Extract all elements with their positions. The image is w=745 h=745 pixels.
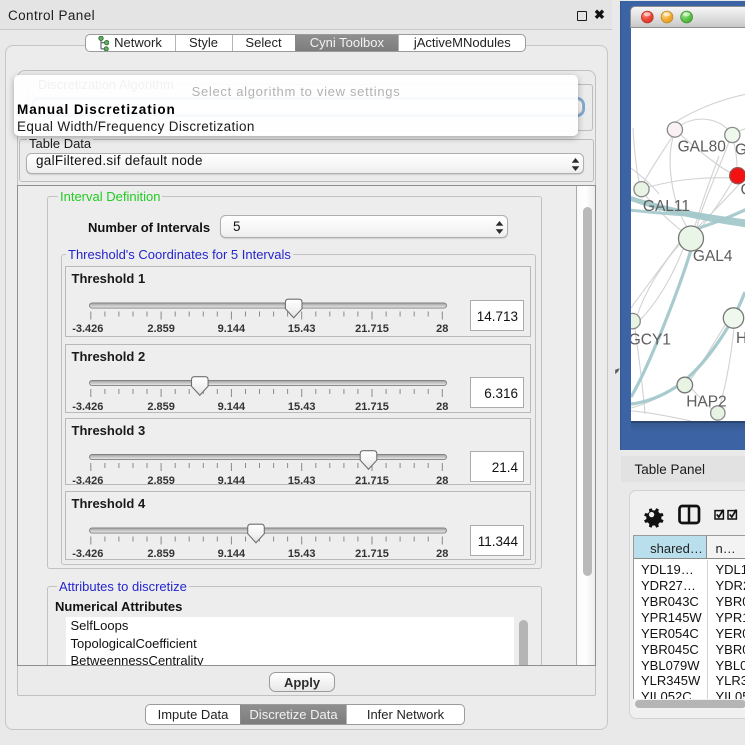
svg-text:GAL4: GAL4 <box>693 248 733 265</box>
svg-text:GA: GA <box>735 142 745 159</box>
svg-text:H: H <box>736 330 745 347</box>
svg-text:C: C <box>741 182 745 199</box>
svg-text:GAL80: GAL80 <box>678 138 727 155</box>
svg-text:HAP2: HAP2 <box>686 394 727 411</box>
svg-text:GCY1: GCY1 <box>631 332 671 349</box>
svg-text:GAL11: GAL11 <box>643 198 690 215</box>
